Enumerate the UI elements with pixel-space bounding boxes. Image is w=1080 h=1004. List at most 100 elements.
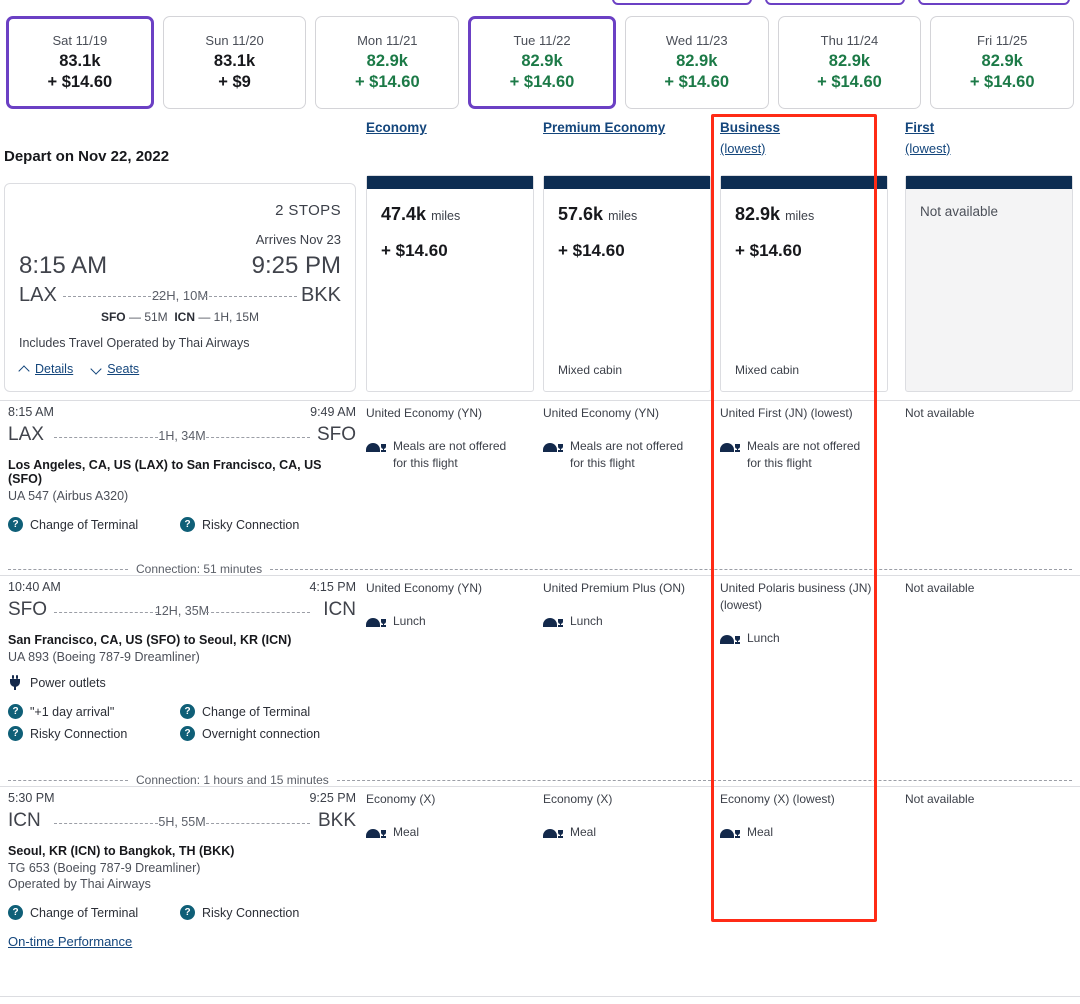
date-chip-tue-11-22[interactable]: Tue 11/22 82.9k + $14.60 xyxy=(468,16,616,109)
summary-arrive-time: 9:25 PM xyxy=(251,252,341,279)
help-icon[interactable]: ? xyxy=(8,726,23,741)
date-chip-thu-11-24[interactable]: Thu 11/24 82.9k + $14.60 xyxy=(777,16,922,109)
date-chip-mon-11-21[interactable]: Mon 11/21 82.9k + $14.60 xyxy=(315,16,460,109)
segment-badge[interactable]: ? Change of Terminal xyxy=(8,905,180,920)
connection-dash-left xyxy=(8,568,128,570)
fare-card-0[interactable]: 47.4k miles + $14.60 xyxy=(366,175,534,392)
segment-badge-label: "+1 day arrival" xyxy=(30,704,115,719)
connection-label: Connection: 1 hours and 15 minutes xyxy=(136,773,329,787)
fare-cash: + $14.60 xyxy=(735,241,802,260)
cut-date-chip xyxy=(612,0,752,5)
fare-miles-value: 47.4k xyxy=(381,204,427,224)
segment-route: Los Angeles, CA, US (LAX) to San Francis… xyxy=(8,458,322,486)
segment-badges: ? Change of Terminal? Risky Connection xyxy=(8,517,356,532)
segment-badge-row: ? Change of Terminal ? Risky Connection xyxy=(8,905,356,920)
help-icon[interactable]: ? xyxy=(8,704,23,719)
date-chip-cash: + $14.60 xyxy=(664,72,730,91)
fare-miles-unit: miles xyxy=(431,209,461,223)
cabin-meal-info: Lunch xyxy=(720,630,876,647)
segment-amenity: Power outlets xyxy=(8,675,356,690)
cabin-meal-label: Meals are not offered for this flight xyxy=(747,438,861,471)
date-chip-day: Thu 11/24 xyxy=(820,33,879,49)
summary-destination-code: BKK xyxy=(300,284,341,306)
fare-card-1[interactable]: 57.6k miles + $14.60 Mixed cabin xyxy=(543,175,711,392)
meal-icon xyxy=(720,439,740,452)
cabin-lowest-link[interactable]: (lowest) xyxy=(720,141,888,156)
on-time-performance-link[interactable]: On-time Performance xyxy=(8,934,132,949)
fare-card-2[interactable]: 82.9k miles + $14.60 Mixed cabin xyxy=(720,175,888,392)
arrival-date: Arrives Nov 23 xyxy=(255,232,341,247)
date-chip-miles: 83.1k xyxy=(59,51,101,70)
meal-icon xyxy=(543,825,563,838)
cabin-fare-class: United Premium Plus (ON) xyxy=(543,581,686,595)
segment-cabin-cell: United Polaris business (JN) (lowest) Lun… xyxy=(720,580,876,647)
cabin-fare-class: United Economy (YN) xyxy=(543,406,660,420)
help-icon[interactable]: ? xyxy=(8,905,23,920)
segment-origin-code: LAX xyxy=(8,424,44,445)
date-chip-sat-11-19[interactable]: Sat 11/19 83.1k + $14.60 xyxy=(6,16,154,109)
depart-date-heading: Depart on Nov 22, 2022 xyxy=(4,148,170,165)
segment-dash-left xyxy=(54,437,158,438)
segment-badge-label: Change of Terminal xyxy=(30,905,139,920)
cabin-link-business[interactable]: Business xyxy=(720,120,888,137)
segment-cabin-cell: Not available xyxy=(905,580,1061,597)
segment-cabin-cell: United Premium Plus (ON) Lunch xyxy=(543,580,699,630)
date-chip-fri-11-25[interactable]: Fri 11/25 82.9k + $14.60 xyxy=(930,16,1075,109)
date-chip-miles: 82.9k xyxy=(828,51,871,70)
chevron-up-icon xyxy=(19,364,30,375)
help-icon[interactable]: ? xyxy=(180,905,195,920)
date-chip-day: Sat 11/19 xyxy=(52,33,108,49)
segment-badge[interactable]: ? Risky Connection xyxy=(8,726,180,741)
cabin-fare-class: Economy (X) (lowest) xyxy=(720,792,835,806)
cabin-link-economy[interactable]: Economy xyxy=(366,120,534,137)
fare-card-top-bar xyxy=(544,176,710,189)
meal-icon xyxy=(543,614,563,627)
segment-badge[interactable]: ? Change of Terminal xyxy=(8,517,180,532)
date-chip-sun-11-20[interactable]: Sun 11/20 83.1k + $9 xyxy=(162,16,307,109)
segment-times: 8:15 AM 9:49 AM xyxy=(8,405,356,423)
fare-miles-value: 57.6k xyxy=(558,204,604,224)
cabin-fare-class: Economy (X) xyxy=(366,792,436,806)
help-icon[interactable]: ? xyxy=(8,517,23,532)
segment-cabin-cell: Not available xyxy=(905,405,1061,422)
cabin-link-premium-economy[interactable]: Premium Economy xyxy=(543,120,711,137)
date-chip-day: Tue 11/22 xyxy=(513,33,571,49)
cabin-meal-info: Lunch xyxy=(543,613,699,630)
date-chip-wed-11-23[interactable]: Wed 11/23 82.9k + $14.60 xyxy=(624,16,769,109)
cabin-meal-info: Meals are not offered for this flight xyxy=(366,438,522,473)
segment-duration: 12H, 35M xyxy=(154,604,210,618)
segment-depart-time: 10:40 AM xyxy=(8,580,61,594)
seats-toggle[interactable]: Seats xyxy=(91,362,139,376)
stopover-1-code: SFO xyxy=(100,310,126,324)
date-chip-cash: + $14.60 xyxy=(969,72,1035,91)
details-toggle[interactable]: Details xyxy=(19,362,73,376)
date-chip-cash: + $9 xyxy=(218,72,251,91)
segment-badge[interactable]: ? Risky Connection xyxy=(180,905,299,920)
itinerary-summary-card[interactable]: 2 STOPS Arrives Nov 23 8:15 AM 9:25 PM L… xyxy=(4,183,356,392)
segment-badge[interactable]: ? Risky Connection xyxy=(180,517,299,532)
segment-badges: ? "+1 day arrival"? Change of Terminal ? Ris… xyxy=(8,704,356,741)
cabin-link-first[interactable]: First xyxy=(905,120,1073,137)
fare-card-top-bar xyxy=(906,176,1072,189)
date-selector-strip[interactable]: Sat 11/19 83.1k + $14.60 Sun 11/20 83.1k + $9… xyxy=(6,16,1075,109)
cabin-fare-class: United Economy (YN) xyxy=(366,581,483,595)
cabin-lowest-link[interactable]: (lowest) xyxy=(905,141,1073,156)
cut-date-chip xyxy=(765,0,905,5)
cabin-header-premium-economy: Premium Economy xyxy=(543,120,711,137)
segment-badge[interactable]: ? Overnight connection xyxy=(180,726,320,741)
chevron-down-icon xyxy=(91,364,102,375)
segment-badge-label: Change of Terminal xyxy=(202,704,311,719)
connection-label: Connection: 51 minutes xyxy=(136,562,263,576)
segment-dash-left xyxy=(54,612,158,613)
help-icon[interactable]: ? xyxy=(180,704,195,719)
help-icon[interactable]: ? xyxy=(180,517,195,532)
partially-visible-date-chips xyxy=(0,0,1080,6)
segment-badge[interactable]: ? Change of Terminal xyxy=(180,704,310,719)
segment-destination-code: ICN xyxy=(323,599,356,620)
date-chip-cash: + $14.60 xyxy=(354,72,420,91)
cabin-fare-class: United Polaris business (JN) (lowest) xyxy=(720,581,872,612)
help-icon[interactable]: ? xyxy=(180,726,195,741)
segment-badge[interactable]: ? "+1 day arrival" xyxy=(8,704,180,719)
segment-depart-time: 8:15 AM xyxy=(8,405,54,419)
stopover-1-duration: 51M xyxy=(144,310,168,324)
